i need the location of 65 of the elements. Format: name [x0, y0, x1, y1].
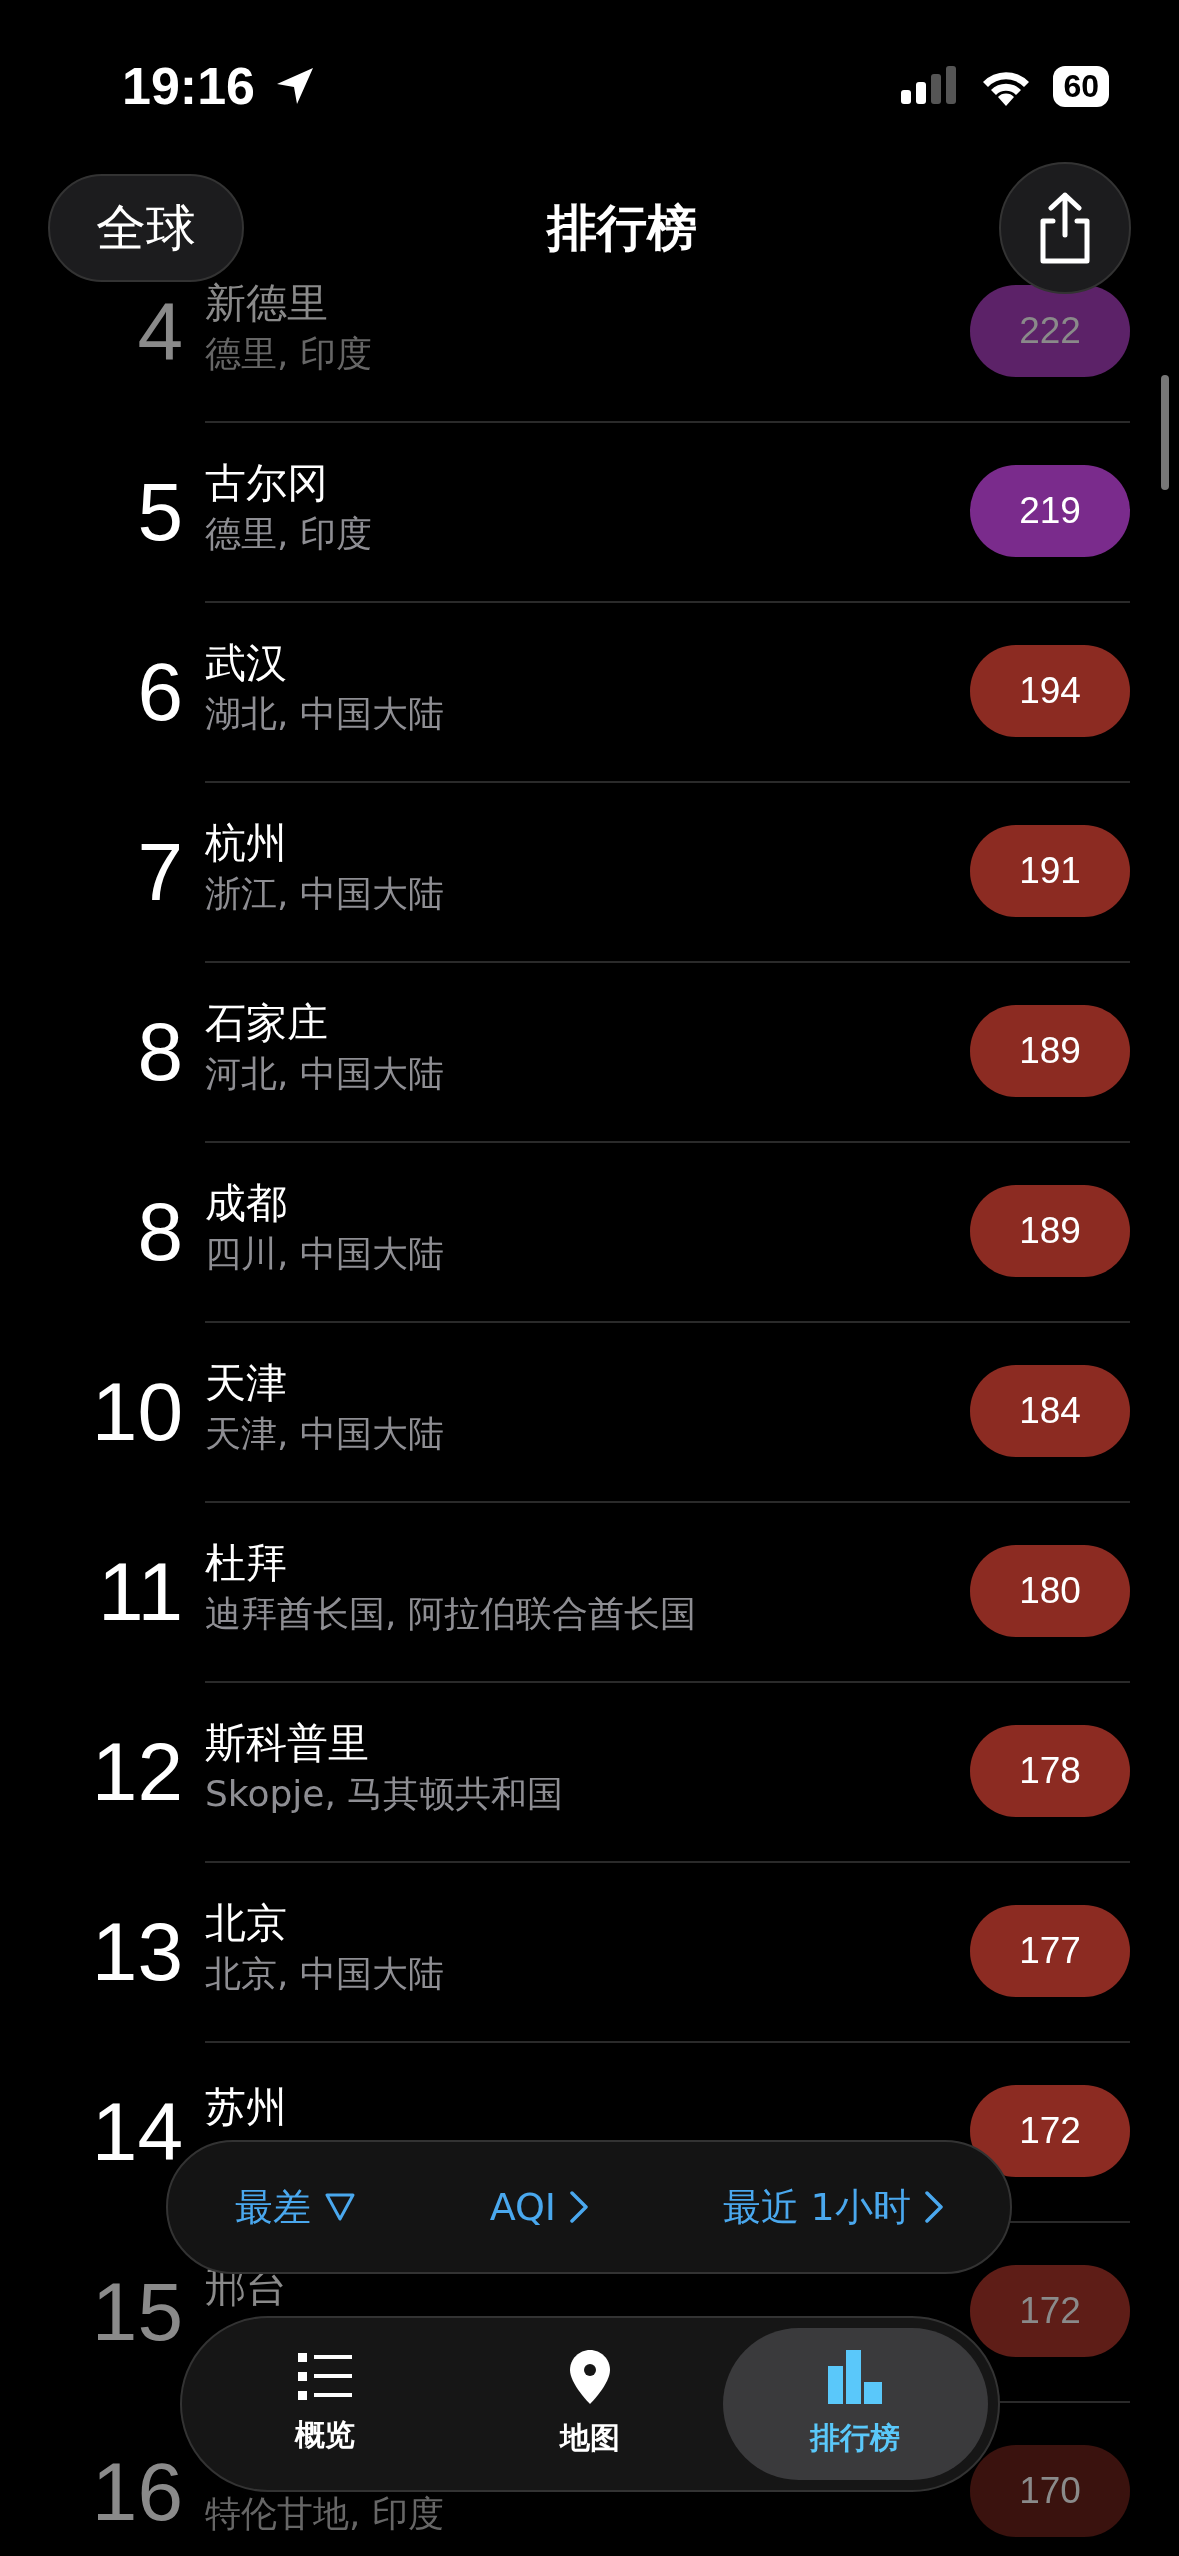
city-name: 新德里: [205, 283, 329, 324]
page-title: 排行榜: [546, 197, 697, 259]
city-name: 斯科普里: [205, 1723, 370, 1764]
rank-number: 8: [136, 1185, 184, 1279]
city-region: 德里, 印度: [205, 332, 373, 376]
city-region: 特伦甘地, 印度: [205, 2492, 445, 2536]
aqi-badge: 219: [970, 465, 1130, 557]
city-region: 河北, 中国大陆: [205, 1052, 445, 1096]
chevron-right-icon: [924, 2191, 943, 2223]
city-name: 天津: [205, 1363, 288, 1404]
rank-number: 10: [90, 1365, 184, 1459]
aqi-badge: 177: [970, 1905, 1130, 1997]
rank-number: 15: [90, 2265, 184, 2359]
city-name: 北京: [205, 1903, 288, 1944]
city-region: 北京, 中国大陆: [205, 1952, 445, 1996]
filter-button[interactable]: 最近 1小时: [716, 2180, 949, 2234]
city-name: 成都: [205, 1183, 288, 1224]
aqi-badge: 189: [970, 1185, 1130, 1277]
rank-number: 6: [136, 645, 184, 739]
filter-button[interactable]: AQI: [483, 2184, 595, 2230]
rank-number: 13: [90, 1905, 184, 1999]
aqi-badge: 184: [970, 1365, 1130, 1457]
map-pin-icon: [570, 2349, 610, 2404]
rank-number: 12: [90, 1725, 184, 1819]
aqi-badge: 178: [970, 1725, 1130, 1817]
aqi-badge: 180: [970, 1545, 1130, 1637]
city-region: Skopje, 马其顿共和国: [205, 1772, 565, 1816]
rank-number: 14: [90, 2085, 184, 2179]
city-name: 武汉: [205, 643, 288, 684]
city-region: 四川, 中国大陆: [205, 1232, 445, 1276]
tab-button[interactable]: 概览: [192, 2328, 458, 2480]
aqi-badge: 189: [970, 1005, 1130, 1097]
aqi-badge: 172: [970, 2265, 1130, 2357]
aqi-badge: 194: [970, 645, 1130, 737]
filter-button[interactable]: 最差: [229, 2180, 362, 2234]
rank-number: 5: [136, 465, 184, 559]
city-region: 天津, 中国大陆: [205, 1412, 445, 1456]
region-scope-button[interactable]: 全球: [48, 174, 244, 282]
rank-number: 8: [136, 1005, 184, 1099]
tab-button[interactable]: 排行榜: [722, 2328, 988, 2480]
city-region: 浙江, 中国大陆: [205, 872, 445, 916]
city-region: 德里, 印度: [205, 512, 373, 556]
bar-chart-icon: [828, 2349, 883, 2404]
city-name: 古尔冈: [205, 463, 329, 504]
aqi-badge: 172: [970, 2085, 1130, 2177]
aqi-badge: 222: [970, 285, 1130, 377]
tab-button[interactable]: 地图: [457, 2328, 723, 2480]
city-region: 湖北, 中国大陆: [205, 692, 445, 736]
city-name: 石家庄: [205, 1003, 329, 1044]
city-region: 迪拜酋长国, 阿拉伯联合酋长国: [205, 1592, 697, 1636]
aqi-badge: 191: [970, 825, 1130, 917]
city-name: 杭州: [205, 823, 288, 864]
aqi-badge: 170: [970, 2445, 1130, 2537]
rank-number: 11: [96, 1545, 184, 1639]
city-name: 苏州: [205, 2087, 288, 2128]
list-icon: [297, 2352, 352, 2401]
rank-number: 4: [136, 285, 184, 379]
location-arrow-icon: [275, 66, 315, 106]
chevron-right-icon: [570, 2191, 589, 2223]
battery-level: 60: [1053, 65, 1109, 107]
city-name: 杜拜: [205, 1543, 288, 1584]
triangle-down-icon: [325, 2193, 356, 2221]
rank-number: 16: [90, 2445, 184, 2539]
status-time: 19:16: [122, 56, 255, 116]
rank-number: 7: [136, 825, 184, 919]
